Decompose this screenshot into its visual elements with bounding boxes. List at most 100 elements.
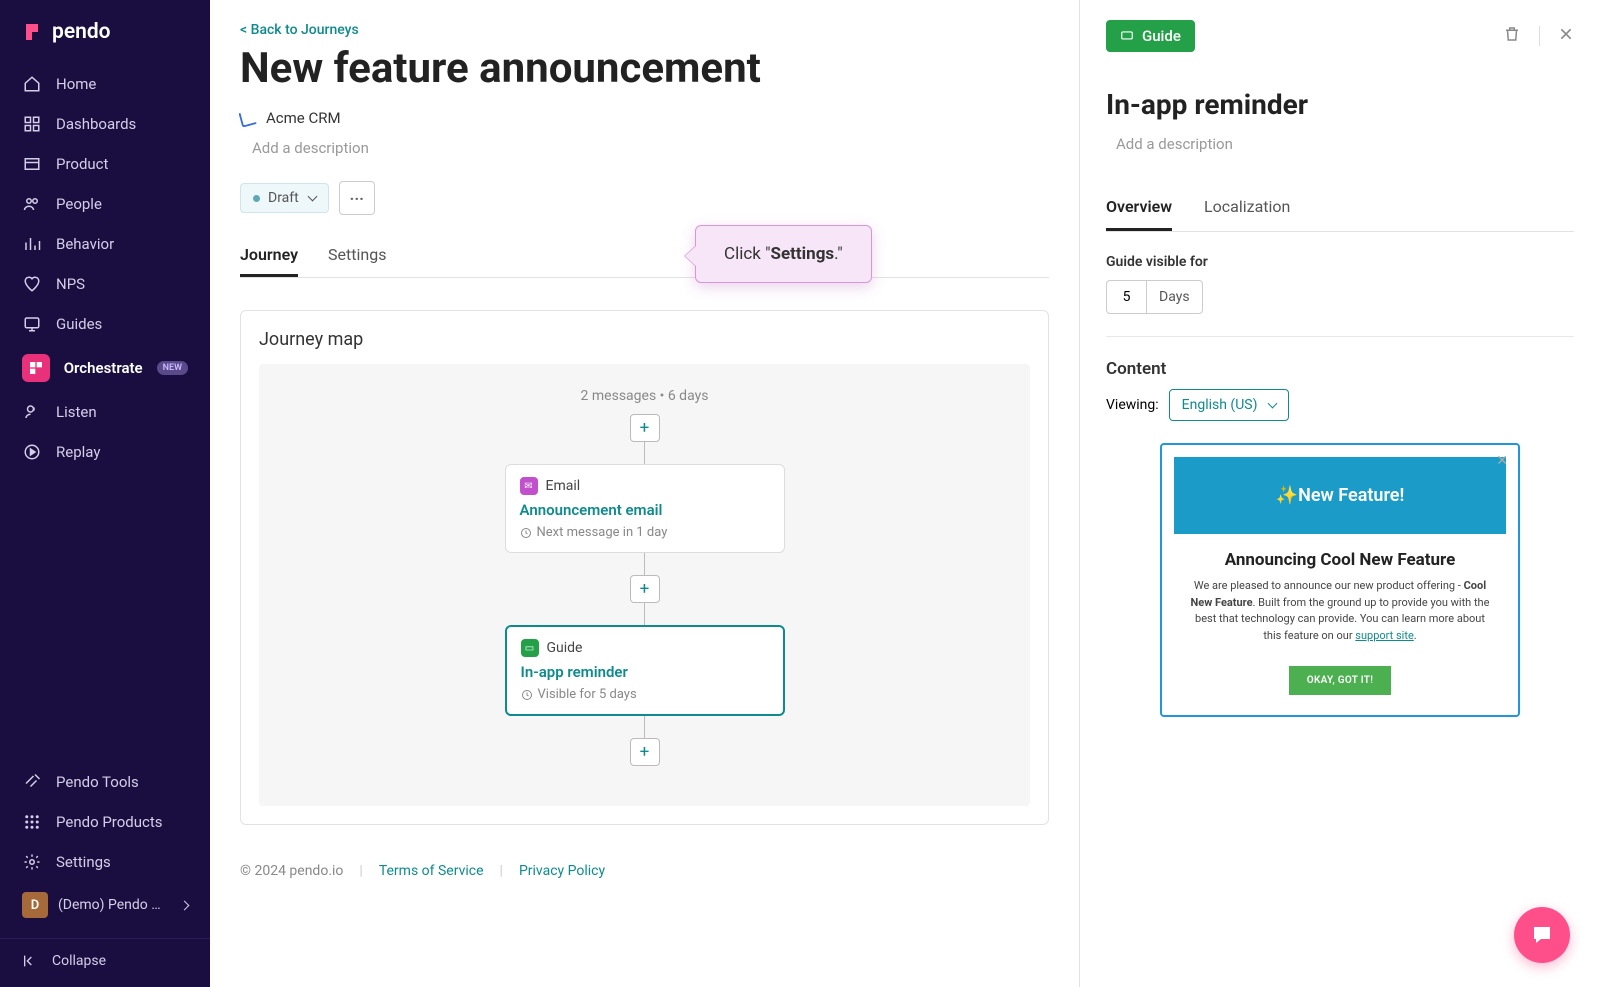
gear-icon [22, 852, 42, 872]
nav-people[interactable]: People [10, 184, 200, 224]
tab-journey[interactable]: Journey [240, 235, 298, 277]
guide-preview: ✕ ✨New Feature! Announcing Cool New Feat… [1160, 443, 1520, 717]
pendo-logo-icon [22, 20, 46, 44]
description-placeholder[interactable]: Add a description [252, 139, 1049, 157]
nav-pendo-products[interactable]: Pendo Products [10, 802, 200, 842]
panel-title: In-app reminder [1106, 88, 1574, 121]
nav-orchestrate[interactable]: OrchestrateNEW [10, 344, 200, 392]
nav-label: Listen [56, 403, 97, 421]
preview-cta-button[interactable]: OKAY, GOT IT! [1289, 666, 1391, 695]
main: < Back to Journeys New feature announcem… [210, 0, 1600, 987]
add-step-button[interactable]: + [630, 575, 660, 603]
nav-settings[interactable]: Settings [10, 842, 200, 882]
nav-product[interactable]: Product [10, 144, 200, 184]
tab-overview[interactable]: Overview [1106, 185, 1172, 231]
panel-description-placeholder[interactable]: Add a description [1116, 135, 1574, 153]
collapse-icon [22, 953, 38, 969]
journey-meta: 2 messages • 6 days [581, 388, 709, 404]
node-title: Announcement email [520, 501, 770, 519]
clock-icon [521, 689, 533, 701]
nav-listen[interactable]: Listen [10, 392, 200, 432]
journey-map-title: Journey map [259, 329, 1030, 350]
journey-node-guide[interactable]: ▭Guide In-app reminder Visible for 5 day… [505, 625, 785, 716]
journey-node-email[interactable]: ✉ Email Announcement email Next message i… [505, 464, 785, 553]
tab-settings[interactable]: Settings [328, 235, 386, 277]
close-button[interactable] [1558, 26, 1574, 46]
nav-replay[interactable]: Replay [10, 432, 200, 472]
nav-behavior[interactable]: Behavior [10, 224, 200, 264]
nav-label: Pendo Products [56, 813, 163, 831]
chat-fab[interactable] [1514, 907, 1570, 963]
chevron-down-icon [1267, 397, 1276, 413]
account-switcher[interactable]: D (Demo) Pendo … [10, 882, 200, 928]
collapse-sidebar[interactable]: Collapse [0, 938, 210, 987]
node-subtitle: Next message in 1 day [520, 525, 770, 540]
collapse-label: Collapse [52, 953, 106, 969]
nav-label: Guides [56, 315, 102, 333]
badge-icon [1120, 29, 1134, 43]
visible-input-group: Days [1106, 280, 1574, 314]
node-type: Email [546, 478, 581, 494]
nav-pendo-tools[interactable]: Pendo Tools [10, 762, 200, 802]
nav-label: Settings [56, 853, 111, 871]
nav-dashboards[interactable]: Dashboards [10, 104, 200, 144]
delete-button[interactable] [1503, 25, 1521, 47]
listen-icon [22, 402, 42, 422]
product-icon [22, 154, 42, 174]
app-name: Acme CRM [266, 109, 341, 127]
privacy-link[interactable]: Privacy Policy [519, 863, 605, 879]
nav-label: Orchestrate [64, 359, 143, 377]
guide-icon [22, 314, 42, 334]
footer: © 2024 pendo.io | Terms of Service | Pri… [240, 863, 1049, 879]
main-nav: Home Dashboards Product People Behavior … [0, 64, 210, 762]
replay-icon [22, 442, 42, 462]
controls-row: Draft ··· [240, 181, 1049, 215]
tools-icon [22, 772, 42, 792]
nav-label: Behavior [56, 235, 114, 253]
node-type: Guide [547, 640, 583, 656]
nav-label: Dashboards [56, 115, 136, 133]
visible-label: Guide visible for [1106, 254, 1574, 270]
center-column: < Back to Journeys New feature announcem… [210, 0, 1080, 987]
nav-label: NPS [56, 275, 85, 293]
dashboard-icon [22, 114, 42, 134]
behavior-icon [22, 234, 42, 254]
nav-home[interactable]: Home [10, 64, 200, 104]
visible-unit: Days [1146, 280, 1203, 314]
nav-label: Replay [56, 443, 100, 461]
account-name: (Demo) Pendo … [58, 897, 169, 913]
status-dot [253, 195, 260, 202]
journey-canvas: 2 messages • 6 days + ✉ Email Announcemen… [259, 364, 1030, 806]
grid-icon [22, 812, 42, 832]
journey-map-card: Journey map 2 messages • 6 days + ✉ Email… [240, 310, 1049, 825]
home-icon [22, 74, 42, 94]
preview-close-icon[interactable]: ✕ [1496, 453, 1508, 469]
brand-logo[interactable]: pendo [0, 20, 210, 64]
nav-label: Pendo Tools [56, 773, 139, 791]
visible-days-input[interactable] [1106, 280, 1146, 314]
panel-header: Guide [1106, 20, 1574, 52]
viewing-label: Viewing: [1106, 397, 1159, 413]
more-menu-button[interactable]: ··· [339, 181, 375, 215]
tos-link[interactable]: Terms of Service [379, 863, 484, 879]
nav-nps[interactable]: NPS [10, 264, 200, 304]
nav-guides[interactable]: Guides [10, 304, 200, 344]
add-step-button[interactable]: + [630, 414, 660, 442]
brand-name: pendo [52, 20, 111, 44]
app-icon [238, 108, 258, 128]
support-link[interactable]: support site [1355, 629, 1413, 642]
tab-localization[interactable]: Localization [1204, 185, 1290, 231]
panel-actions [1503, 25, 1574, 47]
preview-body: We are pleased to announce our new produ… [1172, 570, 1508, 652]
copyright: © 2024 pendo.io [240, 863, 343, 879]
preview-hero: ✨New Feature! [1174, 457, 1506, 534]
back-link[interactable]: < Back to Journeys [240, 22, 1049, 38]
tutorial-callout: Click "Settings." [695, 225, 872, 283]
nav-label: People [56, 195, 102, 213]
language-select[interactable]: English (US) [1169, 389, 1290, 421]
node-subtitle: Visible for 5 days [521, 687, 769, 702]
email-icon: ✉ [520, 477, 538, 495]
guide-node-icon: ▭ [521, 639, 539, 657]
status-dropdown[interactable]: Draft [240, 183, 329, 213]
add-step-button[interactable]: + [630, 738, 660, 766]
